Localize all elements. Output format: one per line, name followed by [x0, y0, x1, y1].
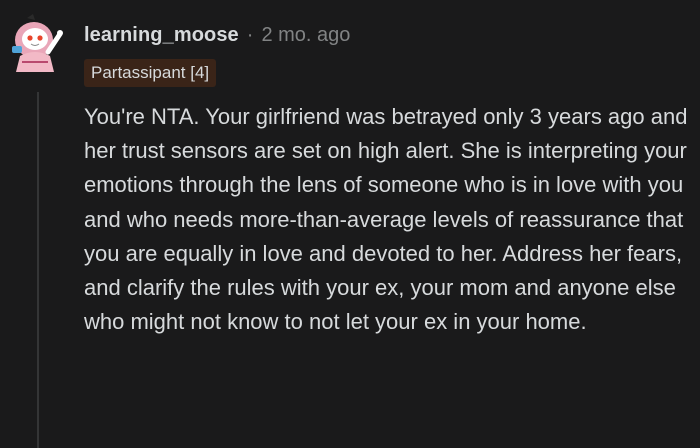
comment-text: You're NTA. Your girlfriend was betrayed…: [84, 104, 688, 335]
comment: learning_moose · 2 mo. ago Partassipant …: [0, 0, 700, 448]
username-link[interactable]: learning_moose: [84, 24, 239, 47]
meta-separator: ·: [246, 23, 254, 46]
user-avatar[interactable]: [8, 12, 70, 74]
thread-collapse-line[interactable]: [37, 92, 39, 448]
timestamp-link[interactable]: 2 mo. ago: [261, 24, 350, 47]
comment-body: You're NTA. Your girlfriend was betrayed…: [84, 100, 696, 339]
comment-meta: learning_moose · 2 mo. ago: [84, 20, 350, 50]
snoo-avatar-icon: [12, 14, 63, 72]
user-flair: Partassipant [4]: [84, 59, 217, 87]
